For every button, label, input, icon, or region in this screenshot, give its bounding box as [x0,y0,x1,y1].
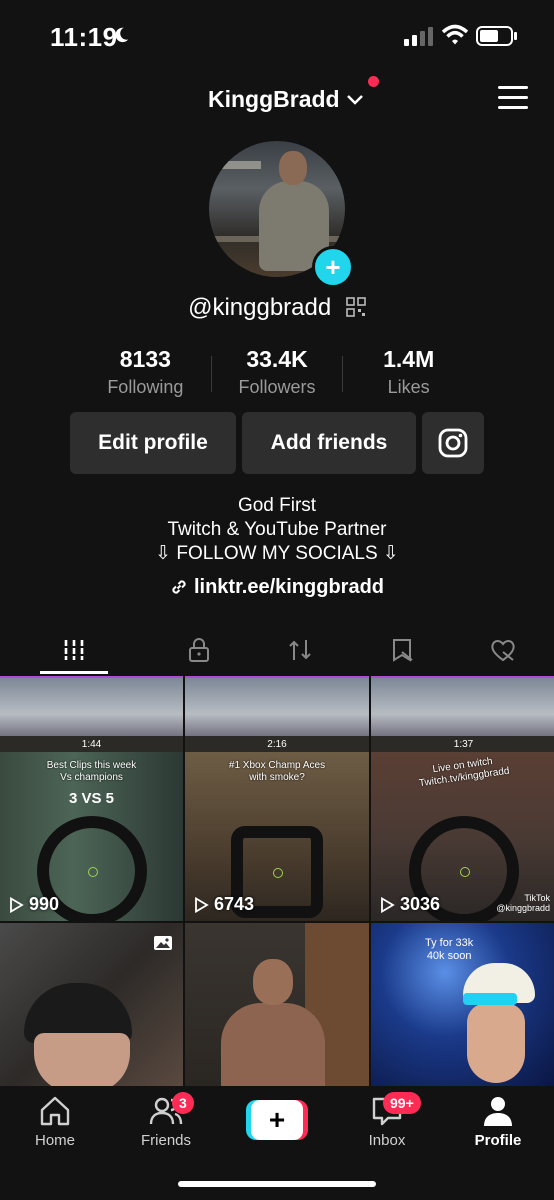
nav-home[interactable]: Home [5,1094,105,1149]
qr-code-icon[interactable] [346,297,366,317]
nav-friends[interactable]: 3 Friends [116,1092,216,1149]
tab-favorites[interactable] [351,626,453,674]
view-count: 990 [8,894,59,915]
video-thumbnail[interactable]: 1:44 Best Clips this week Vs champions 3… [0,676,183,921]
bio-link[interactable]: linktr.ee/kinggbradd [0,576,554,599]
moon-icon [115,27,129,43]
video-thumbnail[interactable] [0,923,183,1088]
bio-link-text: linktr.ee/kinggbradd [193,576,385,598]
lock-icon [188,638,209,662]
stat-following[interactable]: 8133 Following [80,346,211,402]
video-grid: 1:44 Best Clips this week Vs champions 3… [0,676,554,1088]
create-button[interactable]: + [246,1100,308,1140]
play-icon [195,896,209,913]
friends-badge: 3 [172,1092,194,1114]
play-icon [10,896,24,913]
menu-button[interactable] [498,86,528,110]
video-score: 3 VS 5 [68,790,115,807]
video-thumbnail[interactable] [185,923,369,1088]
nav-label: Profile [474,1132,522,1149]
video-caption: Ty for 33k 40k soon [425,937,474,962]
status-bar: 11:19 [0,0,554,70]
cellular-signal-icon [404,27,433,46]
video-caption: Best Clips this week Vs champions [46,760,137,783]
stat-likes[interactable]: 1.4M Likes [343,346,474,402]
stat-value: 33.4K [246,346,308,372]
content-tabs [0,626,554,674]
view-count: 3036 [379,894,440,915]
instagram-icon [438,428,468,458]
grid-icon [64,640,84,660]
notification-dot [368,76,379,87]
stat-followers[interactable]: 33.4K Followers [212,346,343,402]
nav-label: Inbox [368,1132,406,1149]
heart-hidden-icon [491,640,515,662]
profile-icon [484,1097,512,1126]
tab-reposts[interactable] [250,626,352,674]
tab-liked[interactable] [453,626,554,674]
hud-time: 2:16 [185,736,369,752]
tab-private[interactable] [148,626,250,674]
video-thumbnail[interactable]: 1:37 Live on twitch Twitch.tv/kinggbradd… [371,676,554,921]
plus-icon: + [251,1100,303,1140]
home-indicator[interactable] [178,1181,376,1187]
inbox-badge: 99+ [383,1092,421,1114]
view-count: 6743 [193,894,254,915]
stat-label: Likes [387,377,430,397]
profile-actions: Edit profile Add friends [70,412,484,474]
nav-label: Home [34,1132,75,1149]
bookmark-hidden-icon [392,639,413,662]
header-username: KinggBradd [208,86,340,112]
instagram-button[interactable] [422,412,484,474]
profile-header: KinggBradd [0,76,554,126]
video-thumbnail[interactable]: Ty for 33k 40k soon [371,923,554,1088]
chevron-down-icon [346,94,363,105]
hud-time: 1:44 [0,736,183,752]
profile-bio: God First Twitch & YouTube Partner ⇩ FOL… [0,494,554,566]
hud-time: 1:37 [371,736,554,752]
stat-value: 8133 [119,346,171,372]
hamburger-icon [498,86,528,89]
tab-videos[interactable] [0,626,148,674]
photo-icon [154,936,172,950]
tiktok-watermark: TikTok @kinggbradd [496,893,550,913]
link-icon [172,580,186,594]
profile-handle-row: @kinggbradd [0,294,554,322]
bio-line: God First [237,495,317,516]
nav-profile[interactable]: Profile [448,1094,548,1149]
bio-line: Twitch & YouTube Partner [167,519,387,540]
video-thumbnail[interactable]: 2:16 #1 Xbox Champ Aces with smoke? 6743 [185,676,369,921]
nav-inbox[interactable]: 99+ Inbox [337,1092,437,1149]
add-friends-button[interactable]: Add friends [242,412,416,474]
video-caption: #1 Xbox Champ Aces with smoke? [228,760,326,783]
stat-value: 1.4M [383,346,435,372]
nav-label: Friends [140,1132,192,1149]
stat-label: Following [107,377,184,397]
edit-profile-button[interactable]: Edit profile [70,412,236,474]
profile-handle: @kinggbradd [188,294,332,321]
stat-label: Followers [238,377,316,397]
repost-icon [289,640,311,660]
home-icon [40,1096,70,1126]
bio-line: ⇩ FOLLOW MY SOCIALS ⇩ [155,543,399,564]
play-icon [381,896,395,913]
account-switcher-button[interactable]: KinggBradd [208,86,364,113]
add-story-button[interactable]: + [312,246,354,288]
status-time: 11:19 [50,22,118,52]
wifi-icon [442,24,468,45]
profile-stats: 8133 Following 33.4K Followers 1.4M Like… [80,346,474,402]
battery-icon [476,26,517,46]
